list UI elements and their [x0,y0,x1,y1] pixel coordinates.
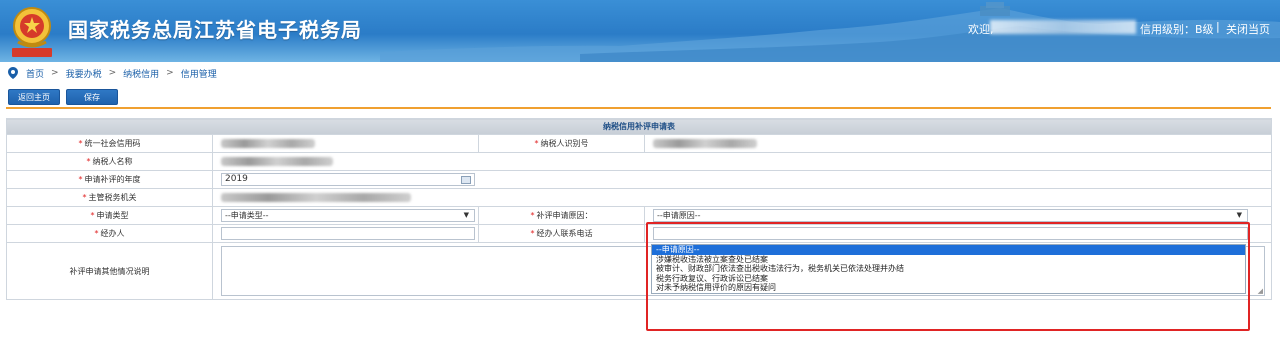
breadcrumb: 首页 > 我要办税 > 纳税信用 > 信用管理 [8,66,217,80]
credit-code-label: * 统一社会信用码 [6,134,213,153]
chevron-down-icon: ▼ [463,211,469,219]
taxpayer-id-label: * 纳税人识别号 [478,134,645,153]
header-separator: | [1216,20,1220,33]
agent-phone-input[interactable] [653,227,1248,240]
year-cell: 2019 [212,170,1272,189]
year-label: * 申请补评的年度 [6,170,213,189]
save-button[interactable]: 保存 [66,89,118,105]
reason-option[interactable]: 税务行政复议、行政诉讼已结案 [652,274,1245,284]
redacted-value [221,157,333,166]
close-page-link[interactable]: 关闭当页 [1226,21,1270,37]
taxpayer-name-label: * 纳税人名称 [6,152,213,171]
required-mark: * [530,229,535,238]
agent-cell [212,224,479,243]
agent-phone-label: * 经办人联系电话 [478,224,645,243]
redacted-value [653,139,757,148]
required-mark: * [78,139,83,148]
resize-grip-icon[interactable]: ◢ [1258,287,1263,295]
reason-option[interactable]: 被审计、财政部门依法查出税收违法行为，税务机关已依法处理并办结 [652,264,1245,274]
tax-emblem-logo [12,7,52,57]
apply-type-label: * 申请类型 [6,206,213,225]
username-redacted [990,20,1136,34]
required-mark: * [534,139,539,148]
required-mark: * [530,211,535,220]
agent-label: * 经办人 [6,224,213,243]
required-mark: * [86,157,91,166]
agent-phone-cell [644,224,1272,243]
required-mark: * [82,193,87,202]
agent-input[interactable] [221,227,475,240]
site-title: 国家税务总局江苏省电子税务局 [68,18,362,42]
breadcrumb-tax-credit[interactable]: 纳税信用 [123,67,159,80]
breadcrumb-credit-management[interactable]: 信用管理 [181,67,217,80]
breadcrumb-separator: > [108,68,117,78]
required-mark: * [90,211,95,220]
breadcrumb-tax-tasks[interactable]: 我要办税 [66,67,102,80]
tax-authority-value [212,188,1272,207]
breadcrumb-separator: > [166,68,174,78]
reason-option[interactable]: --申请原因-- [652,245,1245,255]
reason-option[interactable]: 对未予纳税信用评价的原因有疑问 [652,283,1245,293]
reason-option[interactable]: 涉嫌税收违法被立案查处已结案 [652,255,1245,265]
divider [6,107,1271,109]
chevron-down-icon: ▼ [1236,211,1242,219]
credit-level-text: 信用级别：B级 [1140,23,1214,36]
tax-authority-label: * 主管税务机关 [6,188,213,207]
reason-label: * 补评申请原因： [478,206,645,225]
taxpayer-name-value [212,152,1272,171]
taxpayer-id-value [644,134,1272,153]
other-label: 补评申请其他情况说明 [6,242,213,300]
year-input[interactable]: 2019 [221,173,475,186]
breadcrumb-separator: > [51,68,59,78]
location-pin-icon [8,67,18,79]
calendar-icon[interactable] [461,176,471,184]
reason-dropdown-list: --申请原因-- 涉嫌税收违法被立案查处已结案 被审计、财政部门依法查出税收违法… [651,244,1246,294]
form-caption: 纳税信用补评申请表 [6,118,1272,135]
reason-cell: --申请原因-- ▼ [644,206,1272,225]
credit-code-value [212,134,479,153]
reason-select[interactable]: --申请原因-- ▼ [653,209,1248,222]
required-mark: * [78,175,83,184]
breadcrumb-home[interactable]: 首页 [26,67,44,80]
redacted-value [221,139,315,148]
apply-type-cell: --申请类型-- ▼ [212,206,479,225]
toolbar: 返回主页 保存 [8,89,118,105]
required-mark: * [94,229,99,238]
back-home-button[interactable]: 返回主页 [8,89,60,105]
redacted-value [221,193,411,202]
year-value: 2019 [225,174,248,184]
site-header: 国家税务总局江苏省电子税务局 欢迎, 信用级别：B级 | 关闭当页 [0,0,1280,62]
apply-type-select[interactable]: --申请类型-- ▼ [221,209,475,222]
